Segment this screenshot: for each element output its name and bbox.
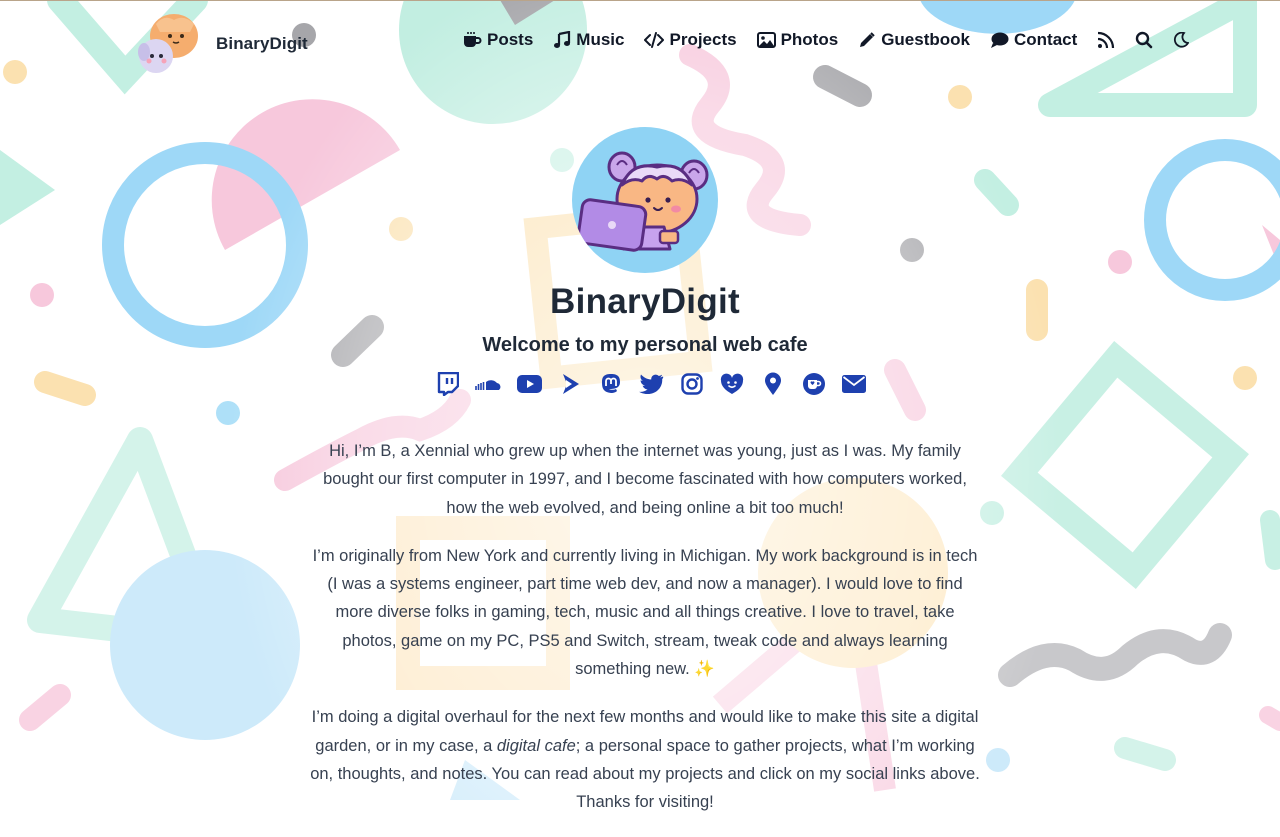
social-youtube-link[interactable] (509, 370, 550, 398)
image-icon (756, 32, 776, 48)
social-soundcloud-link[interactable] (469, 370, 510, 398)
nav-photos[interactable]: Photos (756, 30, 839, 50)
brand-logo-icon (138, 14, 198, 73)
search-icon (1136, 31, 1153, 49)
nav-posts[interactable]: Posts (462, 30, 533, 50)
main-navigation: Posts Music Projects Photos Guestbook Co… (462, 30, 1209, 50)
window-top-edge (0, 0, 1280, 1)
kofi-cup-icon (802, 373, 825, 395)
social-twitter-link[interactable] (631, 370, 672, 398)
soundcloud-icon (475, 380, 501, 390)
speech-bubble-icon (990, 32, 1009, 48)
social-twitch-link[interactable] (428, 370, 469, 398)
bio-paragraph-2: I’m originally from New York and current… (312, 546, 978, 679)
avatar-illustration (576, 151, 709, 252)
music-note-icon (554, 31, 571, 48)
nav-posts-label: Posts (487, 30, 534, 49)
social-email-link[interactable] (834, 370, 875, 398)
youtube-icon (516, 375, 542, 393)
bio-paragraph-1: Hi, I’m B, a Xennial who grew up when th… (323, 442, 967, 517)
twitter-icon (638, 374, 663, 394)
moon-icon (1174, 32, 1190, 48)
brand-name: BinaryDigit (216, 34, 308, 53)
ko-fi-icon (721, 373, 744, 394)
nav-music[interactable]: Music (553, 30, 624, 50)
rss-button[interactable] (1097, 31, 1115, 49)
rss-icon (1098, 31, 1115, 49)
page-tagline: Welcome to my personal web cafe (482, 334, 808, 356)
social-links (428, 370, 875, 398)
nav-projects-label: Projects (669, 30, 737, 49)
brand-link[interactable]: BinaryDigit (130, 12, 308, 76)
pencil-icon (860, 32, 875, 47)
site-header: BinaryDigit Posts Music Projects Photos … (0, 0, 1280, 88)
coffee-cup-icon (464, 32, 482, 47)
social-kofi-link[interactable] (793, 370, 834, 398)
search-button[interactable] (1135, 31, 1153, 49)
social-kofi-heart-link[interactable] (712, 370, 753, 398)
main-content: BinaryDigit Welcome to my personal web c… (0, 0, 1280, 811)
location-pin-icon (765, 372, 782, 395)
social-location-link[interactable] (753, 370, 794, 398)
nav-contact[interactable]: Contact (990, 30, 1077, 50)
instagram-icon (681, 373, 703, 395)
page-title: BinaryDigit (550, 282, 740, 321)
nav-guestbook[interactable]: Guestbook (858, 30, 970, 50)
nav-projects[interactable]: Projects (644, 30, 737, 50)
bio-emphasis: digital cafe (496, 736, 576, 755)
dark-mode-toggle[interactable] (1173, 32, 1190, 48)
nav-contact-label: Contact (1013, 30, 1078, 49)
twitch-icon (438, 372, 460, 396)
social-instagram-link[interactable] (672, 370, 713, 398)
bio-text: Hi, I’m B, a Xennial who grew up when th… (310, 437, 980, 837)
email-icon (842, 375, 867, 393)
social-streamlabs-link[interactable] (550, 370, 591, 398)
nav-photos-label: Photos (780, 30, 839, 49)
nav-music-label: Music (576, 30, 625, 49)
avatar (572, 127, 718, 273)
social-mastodon-link[interactable] (590, 370, 631, 398)
nav-guestbook-label: Guestbook (881, 30, 970, 49)
mastodon-icon (601, 374, 620, 393)
streamlabs-icon (563, 374, 580, 394)
code-brackets-icon (644, 32, 665, 48)
